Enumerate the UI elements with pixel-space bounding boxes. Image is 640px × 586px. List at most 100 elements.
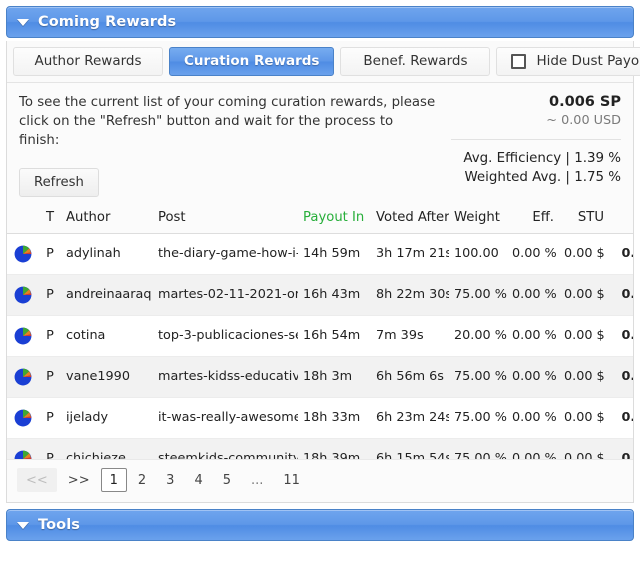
summary-sp-total: 0.006 SP	[549, 93, 621, 110]
row-post-cell[interactable]: martes-kidss-educative-c	[153, 356, 298, 398]
row-post-cell[interactable]: it-was-really-awesome-to	[153, 397, 298, 439]
row-type-icon-cell	[7, 315, 39, 357]
refresh-button[interactable]: Refresh	[19, 167, 99, 197]
pie-chart-icon	[14, 245, 32, 263]
pagination-prev[interactable]: >>	[59, 468, 99, 492]
tab-author-rewards[interactable]: Author Rewards	[13, 47, 163, 76]
rewards-table-wrap: T Author Post Payout In Voted After Weig…	[7, 202, 633, 459]
row-author-cell[interactable]: andreinaaraq	[61, 274, 153, 316]
table-row[interactable]: Pchichiezesteemkids-community-ro18h 39m6…	[7, 438, 633, 459]
row-eff-cell: 0.00 %	[507, 233, 559, 275]
col-header-payout-in[interactable]: Payout In	[298, 202, 371, 234]
row-payout-in-cell: 16h 54m	[298, 315, 371, 357]
rewards-table-body: Padylinahthe-diary-game-how-i-joi14h 59m…	[7, 233, 633, 459]
table-row[interactable]: Pandreinaaraqmartes-02-11-2021-or-or16h …	[7, 274, 633, 316]
row-stu-cell: 0.00 $	[559, 356, 609, 398]
row-type-icon-cell	[7, 356, 39, 398]
row-eff-cell: 0.00 %	[507, 438, 559, 459]
tab-benef-rewards[interactable]: Benef. Rewards	[340, 47, 491, 76]
summary-usd-total: ~ 0.00 USD	[546, 112, 621, 128]
row-payout-in-cell: 14h 59m	[298, 233, 371, 275]
row-sp-cell: 0.000	[609, 438, 633, 459]
coming-rewards-title: Coming Rewards	[38, 14, 177, 30]
col-header-icon[interactable]	[7, 202, 39, 234]
row-type-cell: P	[39, 233, 61, 275]
row-weight-cell: 75.00 %	[449, 356, 507, 398]
pie-chart-icon	[14, 450, 32, 459]
table-row[interactable]: Pijeladyit-was-really-awesome-to18h 33m6…	[7, 397, 633, 439]
row-weight-cell: 75.00 %	[449, 397, 507, 439]
row-voted-after-cell: 7m 39s	[371, 315, 449, 357]
row-eff-cell: 0.00 %	[507, 397, 559, 439]
tools-panel-header[interactable]: Tools	[6, 509, 634, 541]
coming-rewards-panel-header[interactable]: Coming Rewards	[6, 6, 634, 38]
col-header-eff[interactable]: Eff.	[507, 202, 559, 234]
pagination-page-2[interactable]: 2	[129, 468, 155, 492]
table-row[interactable]: Pvane1990martes-kidss-educative-c18h 3m6…	[7, 356, 633, 398]
col-header-weight[interactable]: Weight	[449, 202, 507, 234]
row-post-cell[interactable]: top-3-publicaciones-sele	[153, 315, 298, 357]
row-sp-cell: 0.000	[609, 274, 633, 316]
row-author-cell[interactable]: adylinah	[61, 233, 153, 275]
row-type-icon-cell	[7, 233, 39, 275]
col-header-voted-after[interactable]: Voted After	[371, 202, 449, 234]
tools-title: Tools	[38, 517, 80, 533]
row-post-cell[interactable]: the-diary-game-how-i-joi	[153, 233, 298, 275]
row-author-cell[interactable]: ijelady	[61, 397, 153, 439]
pagination-page-4[interactable]: 4	[185, 468, 211, 492]
pagination-page-5[interactable]: 5	[214, 468, 240, 492]
pagination-first[interactable]: <<	[17, 468, 57, 492]
row-post-cell[interactable]: martes-02-11-2021-or-or	[153, 274, 298, 316]
row-weight-cell: 100.00	[449, 233, 507, 275]
row-type-cell: P	[39, 397, 61, 439]
pie-chart-icon	[14, 409, 32, 427]
caret-down-icon	[17, 521, 29, 529]
row-author-cell[interactable]: chichieze	[61, 438, 153, 459]
hide-dust-payouts-toggle[interactable]: Hide Dust Payouts	[496, 47, 640, 76]
pie-chart-icon	[14, 368, 32, 386]
col-header-post[interactable]: Post	[153, 202, 298, 234]
checkbox-unchecked-icon[interactable]	[511, 53, 527, 69]
pie-chart-icon	[14, 286, 32, 304]
info-left: To see the current list of your coming c…	[19, 93, 451, 197]
row-payout-in-cell: 16h 43m	[298, 274, 371, 316]
row-stu-cell: 0.00 $	[559, 274, 609, 316]
tab-benef-rewards-label: Benef. Rewards	[363, 53, 468, 70]
app-root: Coming Rewards Author Rewards Curation R…	[0, 0, 640, 586]
pagination-ellipsis: ...	[251, 472, 264, 488]
row-stu-cell: 0.00 $	[559, 233, 609, 275]
row-type-cell: P	[39, 438, 61, 459]
table-row[interactable]: Padylinahthe-diary-game-how-i-joi14h 59m…	[7, 233, 633, 275]
table-row[interactable]: Pcotinatop-3-publicaciones-sele16h 54m7m…	[7, 315, 633, 357]
row-author-cell[interactable]: vane1990	[61, 356, 153, 398]
row-stu-cell: 0.00 $	[559, 438, 609, 459]
pagination-page-3[interactable]: 3	[157, 468, 183, 492]
row-voted-after-cell: 6h 56m 6s	[371, 356, 449, 398]
pagination: << >> 1 2 3 4 5 ... 11	[7, 459, 633, 502]
info-section: To see the current list of your coming c…	[7, 82, 633, 203]
pagination-page-1[interactable]: 1	[100, 468, 127, 492]
row-type-icon-cell	[7, 438, 39, 459]
row-weight-cell: 75.00 %	[449, 438, 507, 459]
row-payout-in-cell: 18h 33m	[298, 397, 371, 439]
col-header-sp[interactable]: SP	[609, 202, 633, 234]
pagination-page-11[interactable]: 11	[274, 468, 309, 492]
row-sp-cell: 0.000	[609, 233, 633, 275]
rewards-table: T Author Post Payout In Voted After Weig…	[7, 202, 633, 459]
row-post-cell[interactable]: steemkids-community-ro	[153, 438, 298, 459]
row-payout-in-cell: 18h 3m	[298, 356, 371, 398]
info-description: To see the current list of your coming c…	[19, 94, 436, 148]
row-eff-cell: 0.00 %	[507, 274, 559, 316]
col-header-author[interactable]: Author	[61, 202, 153, 234]
row-sp-cell: 0.000	[609, 315, 633, 357]
caret-down-icon	[17, 18, 29, 26]
tab-author-rewards-label: Author Rewards	[34, 53, 142, 70]
tab-curation-rewards[interactable]: Curation Rewards	[169, 47, 335, 76]
row-author-cell[interactable]: cotina	[61, 315, 153, 357]
col-header-type[interactable]: T	[39, 202, 61, 234]
summary-divider	[451, 138, 621, 140]
row-sp-cell: 0.000	[609, 356, 633, 398]
coming-rewards-panel-body: Author Rewards Curation Rewards Benef. R…	[6, 41, 640, 503]
col-header-stu[interactable]: STU	[559, 202, 609, 234]
row-type-cell: P	[39, 356, 61, 398]
